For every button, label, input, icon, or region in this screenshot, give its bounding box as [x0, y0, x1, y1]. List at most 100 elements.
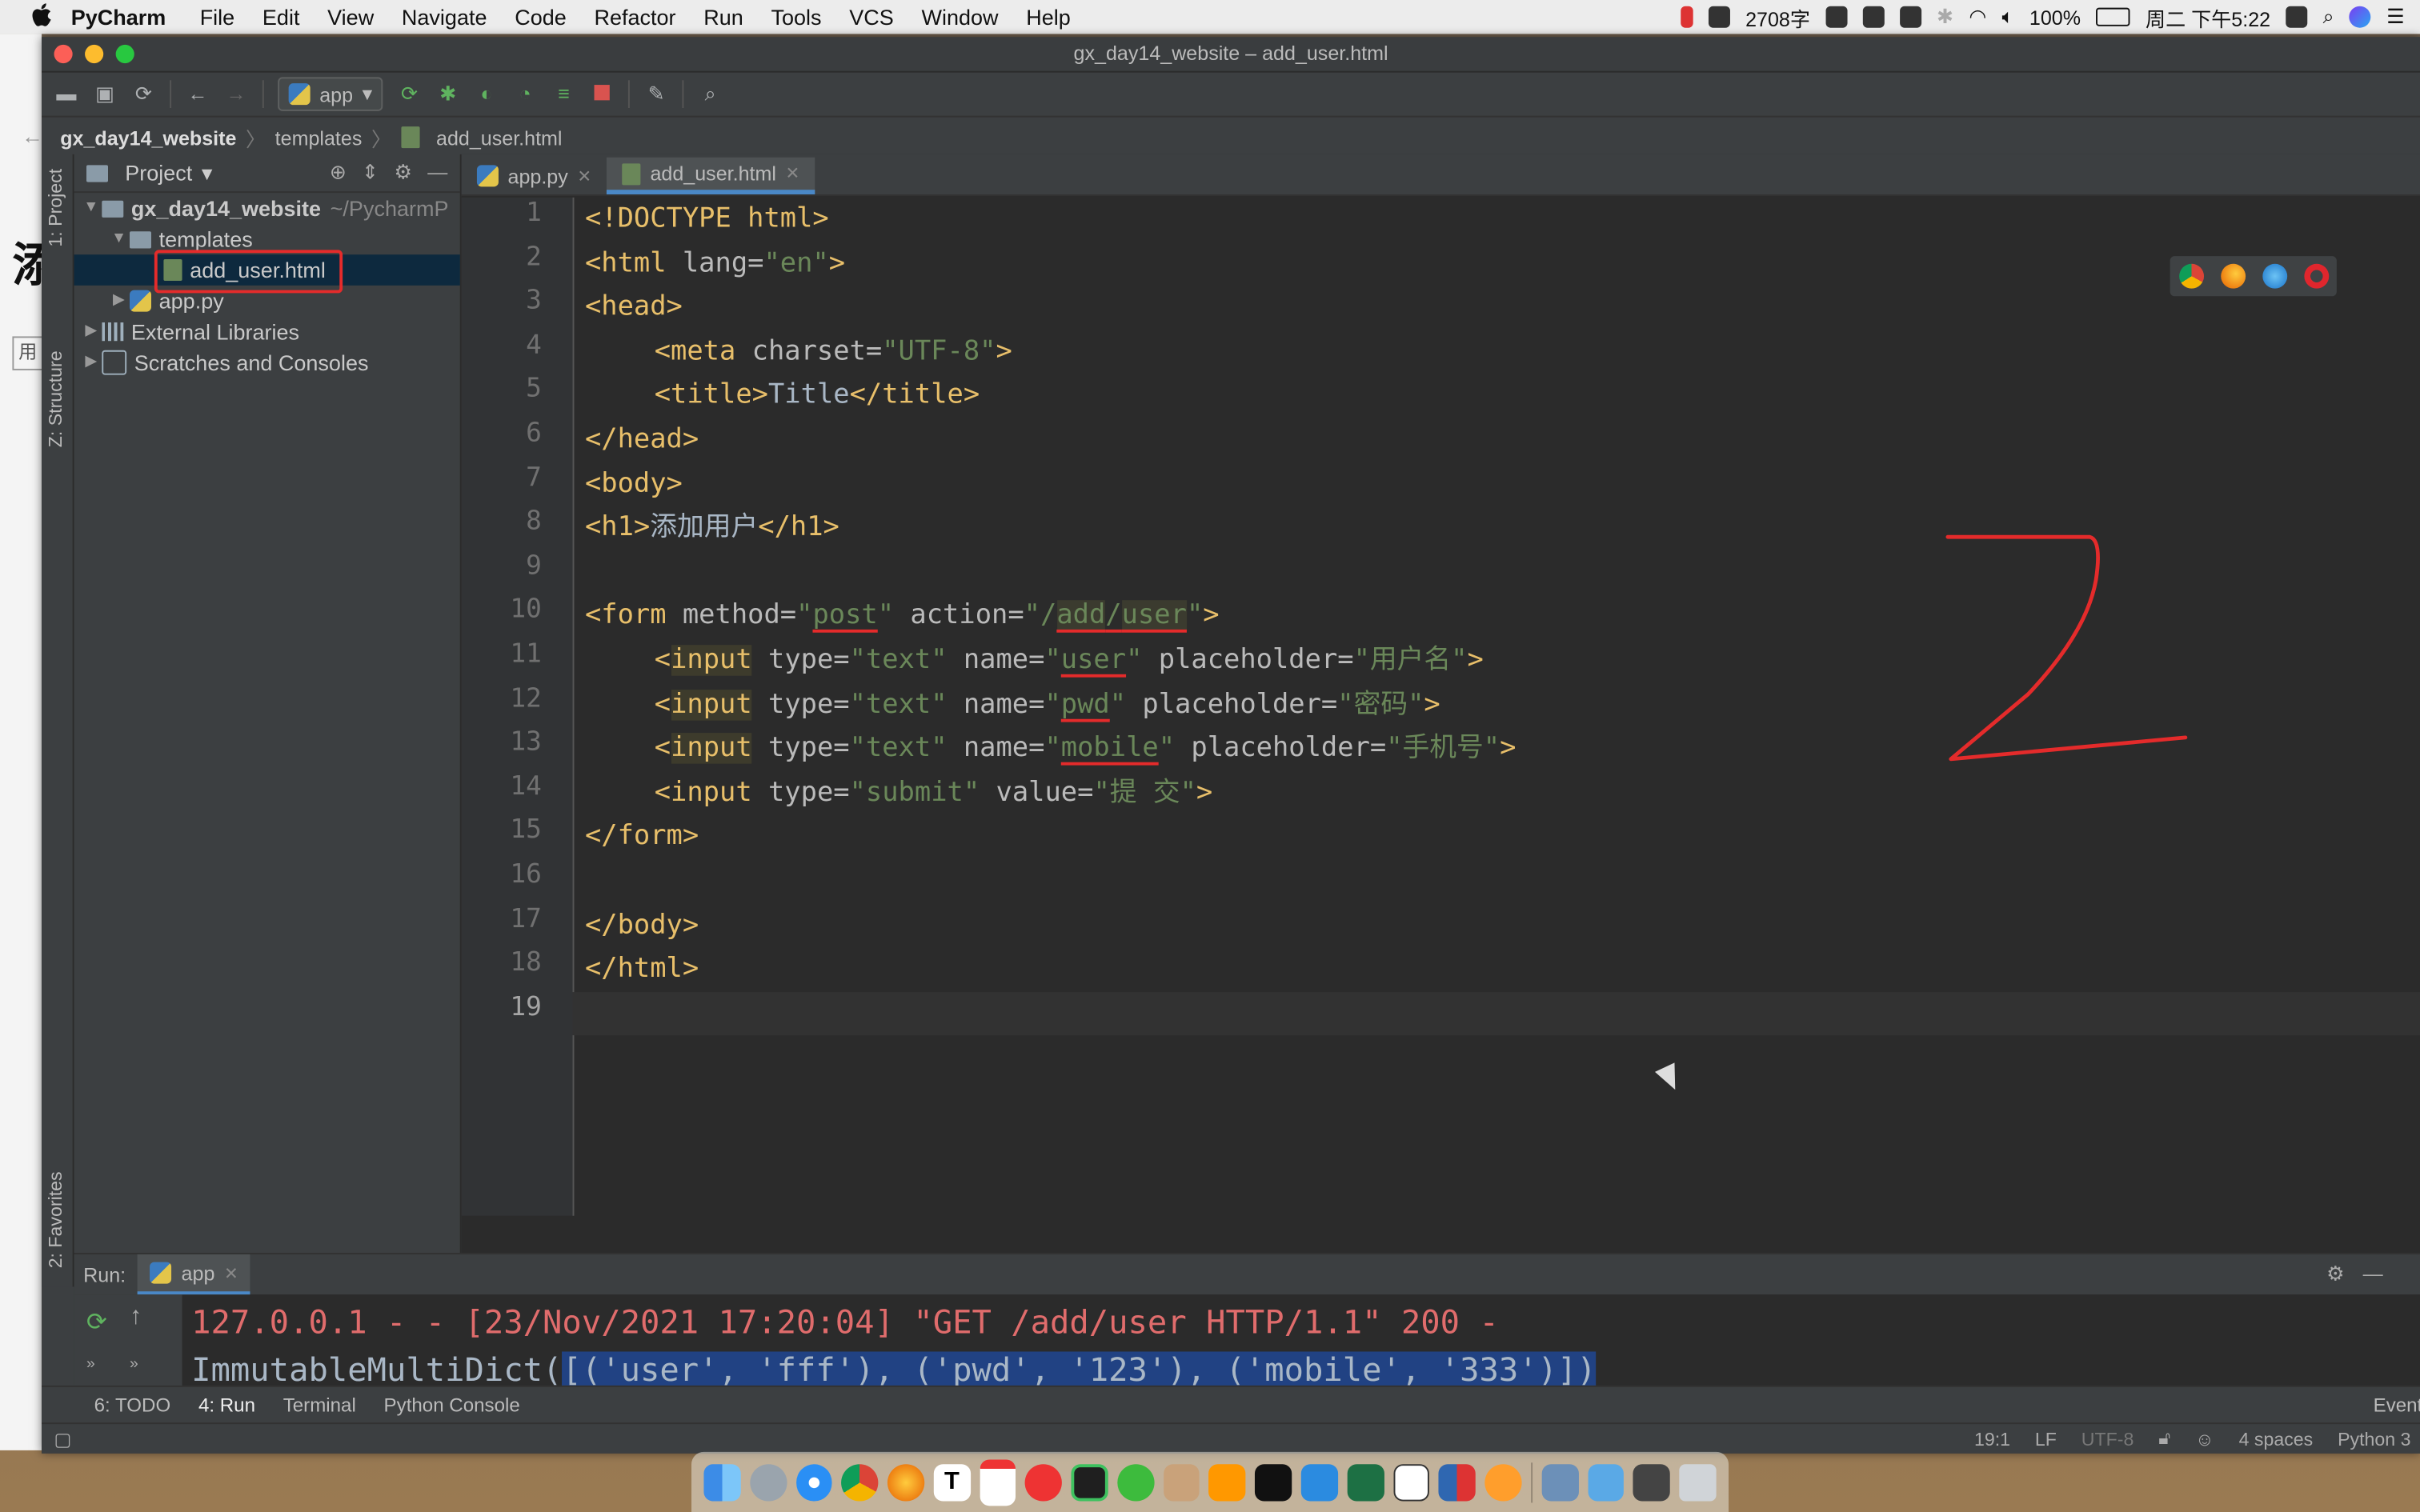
menu-navigate[interactable]: Navigate	[402, 5, 487, 30]
menu-edit[interactable]: Edit	[262, 5, 300, 30]
favorites-side-tab[interactable]: 2: Favorites	[45, 1171, 66, 1268]
concurrency-icon[interactable]: ≡	[551, 82, 576, 106]
close-tab-icon[interactable]: ✕	[224, 1263, 238, 1282]
gear-icon[interactable]: ⚙	[394, 161, 411, 186]
inspector-icon[interactable]: ☺	[2195, 1428, 2214, 1450]
wps-icon[interactable]	[1439, 1463, 1476, 1501]
launchpad-icon[interactable]	[749, 1463, 787, 1501]
spotlight-icon[interactable]: ⌕	[2323, 5, 2334, 30]
excel-icon[interactable]	[1347, 1463, 1384, 1501]
mic-icon[interactable]	[1862, 6, 1885, 28]
tab-python-console[interactable]: Python Console	[384, 1394, 520, 1416]
breadcrumb-project[interactable]: gx_day14_website	[60, 126, 236, 149]
battery-percent[interactable]: 100%	[2029, 6, 2081, 29]
project-side-tab[interactable]: 1: Project	[45, 169, 66, 247]
breadcrumb-file[interactable]: add_user.html	[436, 126, 563, 149]
sublime-icon[interactable]	[1208, 1463, 1246, 1501]
save-icon[interactable]: ▣	[93, 82, 118, 106]
layout-icon[interactable]: ▢	[54, 1428, 72, 1450]
run-config-dropdown[interactable]: app ▾	[278, 77, 383, 111]
terminal-icon[interactable]	[1255, 1463, 1292, 1501]
forward-icon[interactable]: →	[224, 82, 249, 106]
siri-icon[interactable]	[2349, 6, 2371, 28]
menu-code[interactable]: Code	[515, 5, 567, 30]
menu-vcs[interactable]: VCS	[849, 5, 894, 30]
wrench-icon[interactable]: ✎	[644, 82, 669, 106]
trash-icon[interactable]	[1679, 1463, 1717, 1501]
close-tab-icon[interactable]: ✕	[577, 166, 591, 186]
typora-icon[interactable]: T	[933, 1463, 971, 1501]
tab-todo[interactable]: 6: TODO	[94, 1394, 171, 1416]
notification-center-icon[interactable]: ☰	[2386, 5, 2404, 30]
run-tab-app[interactable]: app ✕	[138, 1254, 251, 1295]
menu-app-name[interactable]: PyCharm	[71, 5, 166, 30]
volume-icon[interactable]: 🔈︎	[2002, 5, 2014, 30]
menu-help[interactable]: Help	[1026, 5, 1071, 30]
zoom-window-button[interactable]	[115, 44, 134, 64]
safari-icon[interactable]	[2262, 263, 2287, 289]
tree-node-add-user-html[interactable]: add_user.html	[74, 250, 460, 294]
safari-icon[interactable]	[795, 1463, 833, 1501]
search-icon[interactable]: ⌕	[698, 82, 723, 106]
word-count[interactable]: 2708字	[1745, 2, 1810, 32]
collapse-icon[interactable]: ⇕	[362, 161, 379, 186]
more-icon[interactable]: »	[130, 1356, 138, 1373]
folder-icon[interactable]	[1587, 1463, 1625, 1501]
battery-icon[interactable]	[2096, 7, 2130, 26]
feishu-icon[interactable]	[1300, 1463, 1338, 1501]
pycharm-icon[interactable]	[1071, 1463, 1108, 1501]
input-method-icon[interactable]	[1825, 6, 1848, 28]
expand-arrow-icon[interactable]: ▶	[80, 347, 102, 378]
indent-setting[interactable]: 4 spaces	[2239, 1428, 2314, 1450]
debug-icon[interactable]: ✱	[435, 82, 460, 106]
menu-tools[interactable]: Tools	[771, 5, 822, 30]
menu-window[interactable]: Window	[922, 5, 999, 30]
caret-position[interactable]: 19:1	[1974, 1428, 2010, 1450]
breadcrumb-folder[interactable]: templates	[275, 126, 363, 149]
sublime-menu-icon[interactable]	[2286, 6, 2308, 28]
expand-arrow-icon[interactable]: ▶	[108, 286, 130, 317]
scroll-up-icon[interactable]: ↑	[130, 1304, 142, 1332]
more-icon[interactable]: »	[86, 1356, 95, 1373]
back-icon[interactable]: ←	[185, 82, 210, 106]
chinese-input-icon[interactable]	[1899, 6, 1921, 28]
sync-icon[interactable]: ⟳	[131, 82, 156, 106]
hide-icon[interactable]: —	[427, 161, 447, 186]
menu-file[interactable]: File	[200, 5, 235, 30]
locate-icon[interactable]: ⊕	[330, 161, 347, 186]
rerun-icon[interactable]: ⟳	[86, 1307, 107, 1338]
wifi-icon[interactable]: ◠	[1969, 5, 1986, 30]
app-status-icon[interactable]	[1708, 6, 1730, 28]
firefox-icon[interactable]	[2220, 263, 2246, 289]
line-separator[interactable]: LF	[2035, 1428, 2057, 1450]
tree-node-scratches[interactable]: ▶ Scratches and Consoles	[74, 347, 460, 378]
chevron-down-icon[interactable]: ▾	[202, 160, 213, 186]
wechat-icon[interactable]	[1117, 1463, 1155, 1501]
clock[interactable]: 周二 下午5:22	[2146, 2, 2270, 32]
tree-node-external-libraries[interactable]: ▶ External Libraries	[74, 316, 460, 347]
opera-icon[interactable]	[2303, 263, 2329, 289]
run-console[interactable]: 127.0.0.1 - - [23/Nov/2021 17:20:04] "GE…	[191, 1298, 2420, 1390]
chrome-icon[interactable]	[2178, 263, 2204, 289]
tree-node-root[interactable]: ▼ gx_day14_website ~/PycharmP	[74, 193, 460, 224]
menu-view[interactable]: View	[327, 5, 374, 30]
close-tab-icon[interactable]: ✕	[786, 163, 800, 183]
structure-side-tab[interactable]: Z: Structure	[45, 350, 66, 447]
video-app-icon[interactable]	[1484, 1463, 1522, 1501]
bluetooth-icon[interactable]: ✱	[1937, 5, 1953, 30]
interpreter[interactable]: Python 3	[2338, 1428, 2410, 1450]
gear-icon[interactable]: ⚙	[2326, 1262, 2344, 1287]
menu-run[interactable]: Run	[703, 5, 743, 30]
inkscape-icon[interactable]	[1392, 1463, 1430, 1501]
keynote-icon[interactable]	[1163, 1463, 1200, 1501]
expand-arrow-icon[interactable]: ▼	[80, 193, 102, 224]
firefox-icon[interactable]	[887, 1463, 924, 1501]
profile-icon[interactable]: ◔	[513, 82, 538, 106]
tab-add-user-html[interactable]: add_user.html ✕	[607, 157, 815, 195]
preview-icon[interactable]	[1541, 1463, 1579, 1501]
stop-icon[interactable]	[590, 82, 615, 106]
chrome-icon[interactable]	[841, 1463, 879, 1501]
screen-icon[interactable]	[1633, 1463, 1671, 1501]
apple-icon[interactable]	[31, 2, 53, 32]
tab-event-log[interactable]: Event Log	[2374, 1394, 2420, 1416]
